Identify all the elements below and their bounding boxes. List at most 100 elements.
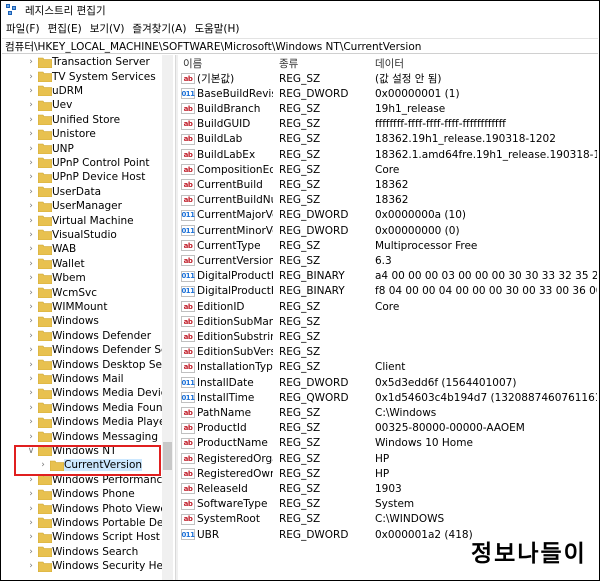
tree-item-wbem[interactable]: › Wbem [2,271,173,285]
tree-item-windows-search[interactable]: › Windows Search [2,545,173,559]
menu-file[interactable]: 파일(F) [2,21,44,36]
value-row[interactable]: abRegisteredOrga... REG_SZ HP [179,451,598,466]
value-row[interactable]: ab ProductId REG_SZ 00325-80000-00000-AAOEM [179,421,598,436]
chevron-right-icon[interactable]: › [26,316,36,326]
tree-item-windows-script-host[interactable]: › Windows Script Host [2,530,173,544]
tree-item-windows-media-foundat[interactable]: › Windows Media Foundat [2,401,173,415]
chevron-right-icon[interactable]: › [26,331,36,341]
column-header-name[interactable]: 이름 [183,56,202,71]
chevron-right-icon[interactable]: › [26,489,36,499]
value-row[interactable]: ab CurrentBuild REG_SZ 18362 [179,177,598,192]
menu-view[interactable]: 보기(V) [86,21,129,36]
value-row[interactable]: ab (기본값) REG_SZ (값 설정 안 됨) [179,71,598,86]
tree-item-transaction-server[interactable]: › Transaction Server [2,55,173,69]
value-row[interactable]: abCurrentBuildNu... REG_SZ 18362 [179,193,598,208]
chevron-right-icon[interactable]: › [26,518,36,528]
chevron-right-icon[interactable]: › [26,244,36,254]
chevron-right-icon[interactable]: › [26,403,36,413]
value-row[interactable]: 011 InstallTime REG_QWORD 0x1d54603c4b194d7… [179,390,598,405]
tree-item-windows-media-device-m[interactable]: › Windows Media Device M [2,386,173,400]
chevron-right-icon[interactable]: › [26,158,36,168]
chevron-right-icon[interactable]: › [26,360,36,370]
chevron-right-icon[interactable]: › [26,532,36,542]
tree-item-windows-defender[interactable]: › Windows Defender [2,329,173,343]
tree-item-windows-security-health[interactable]: › Windows Security Health [2,559,173,573]
tree-item-usermanager[interactable]: › UserManager [2,199,173,213]
chevron-right-icon[interactable]: › [26,187,36,197]
chevron-right-icon[interactable]: › [26,259,36,269]
tree-item-virtual-machine[interactable]: › Virtual Machine [2,213,173,227]
column-header-type[interactable]: 종류 [279,56,298,71]
tree-item-tv-system-services[interactable]: › TV System Services [2,69,173,83]
column-header-data[interactable]: 데이터 [375,56,404,71]
tree-item-windows-defender-secur[interactable]: › Windows Defender Secur [2,343,173,357]
chevron-right-icon[interactable]: › [26,417,36,427]
tree-item-windows[interactable]: › Windows [2,314,173,328]
value-row[interactable]: ab CurrentVersion REG_SZ 6.3 [179,253,598,268]
chevron-right-icon[interactable]: › [26,100,36,110]
menu-help[interactable]: 도움말(H) [190,21,243,36]
chevron-right-icon[interactable]: › [26,374,36,384]
tree-item-upnp-control-point[interactable]: › UPnP Control Point [2,156,173,170]
chevron-right-icon[interactable]: › [26,432,36,442]
tree-item-windows-portable-device[interactable]: › Windows Portable Device [2,516,173,530]
address-bar[interactable]: 컴퓨터\HKEY_LOCAL_MACHINE\SOFTWARE\Microsof… [2,38,598,54]
value-row[interactable]: ab PathName REG_SZ C:\Windows [179,405,598,420]
chevron-right-icon[interactable]: › [26,172,36,182]
tree-item-unistore[interactable]: › Unistore [2,127,173,141]
value-row[interactable]: ab BuildLabEx REG_SZ 18362.1.amd64fre.19h1_… [179,147,598,162]
tree-item-unp[interactable]: › UNP [2,141,173,155]
value-row[interactable]: 011 DigitalProductId REG_BINARY a4 00 00 00… [179,269,598,284]
chevron-right-icon[interactable]: › [26,230,36,240]
chevron-right-icon[interactable]: › [26,388,36,398]
chevron-right-icon[interactable]: › [26,475,36,485]
tree-item-wimmount[interactable]: › WIMMount [2,300,173,314]
chevron-right-icon[interactable]: › [26,504,36,514]
tree-item-windows-phone[interactable]: › Windows Phone [2,487,173,501]
tree-item-windows-photo-viewer[interactable]: › Windows Photo Viewer [2,501,173,515]
tree-item-visualstudio[interactable]: › VisualStudio [2,228,173,242]
chevron-right-icon[interactable]: › [26,273,36,283]
value-row[interactable]: ab BuildLab REG_SZ 18362.19h1_release.19031… [179,132,598,147]
chevron-right-icon[interactable]: › [26,345,36,355]
value-row[interactable]: abEditionSubVersi... REG_SZ [179,345,598,360]
value-row[interactable]: 011CurrentMinorVe... REG_DWORD 0x00000000 … [179,223,598,238]
chevron-right-icon[interactable]: › [26,302,36,312]
value-row[interactable]: ab SystemRoot REG_SZ C:\WINDOWS [179,512,598,527]
chevron-right-icon[interactable]: › [26,561,36,571]
chevron-right-icon[interactable]: › [26,115,36,125]
tree-item-unified-store[interactable]: › Unified Store [2,113,173,127]
value-row[interactable]: ab BuildBranch REG_SZ 19h1_release [179,101,598,116]
chevron-right-icon[interactable]: › [26,57,36,67]
value-row[interactable]: ab CurrentType REG_SZ Multiprocessor Free [179,238,598,253]
menu-favorites[interactable]: 즐겨찾기(A) [128,21,190,36]
value-row[interactable]: abCompositionEdi... REG_SZ Core [179,162,598,177]
value-row[interactable]: abEditionSubstring REG_SZ [179,329,598,344]
value-row[interactable]: ab ReleaseId REG_SZ 1903 [179,481,598,496]
chevron-right-icon[interactable]: › [26,201,36,211]
value-row[interactable]: ab BuildGUID REG_SZ ffffffff-ffff-ffff-ffff… [179,117,598,132]
tree-item-windows-mail[interactable]: › Windows Mail [2,372,173,386]
tree-item-windows-desktop-search[interactable]: › Windows Desktop Search [2,357,173,371]
tree-scrollbar-thumb[interactable] [163,442,172,470]
tree-item-udrm[interactable]: › uDRM [2,84,173,98]
tree-item-userdata[interactable]: › UserData [2,185,173,199]
value-row[interactable]: abEditionSubMan... REG_SZ [179,314,598,329]
menu-edit[interactable]: 편집(E) [44,21,86,36]
tree-item-wcmsvc[interactable]: › WcmSvc [2,285,173,299]
tree-scrollbar[interactable] [162,55,173,580]
value-row[interactable]: ab EditionID REG_SZ Core [179,299,598,314]
tree-item-upnp-device-host[interactable]: › UPnP Device Host [2,170,173,184]
chevron-right-icon[interactable]: › [26,144,36,154]
chevron-right-icon[interactable]: › [26,547,36,557]
value-row[interactable]: ab ProductName REG_SZ Windows 10 Home [179,436,598,451]
value-row[interactable]: ab InstallationType REG_SZ Client [179,360,598,375]
tree-item-wallet[interactable]: › Wallet [2,257,173,271]
value-row[interactable]: 011 InstallDate REG_DWORD 0x5d3edd6f (15644… [179,375,598,390]
value-row[interactable]: ab SoftwareType REG_SZ System [179,497,598,512]
tree-item-wab[interactable]: › WAB [2,242,173,256]
tree-item-uev[interactable]: › Uev [2,98,173,112]
chevron-right-icon[interactable]: › [26,72,36,82]
value-row[interactable]: 011DigitalProductId4 REG_BINARY f8 04 00 0… [179,284,598,299]
chevron-right-icon[interactable]: › [26,288,36,298]
